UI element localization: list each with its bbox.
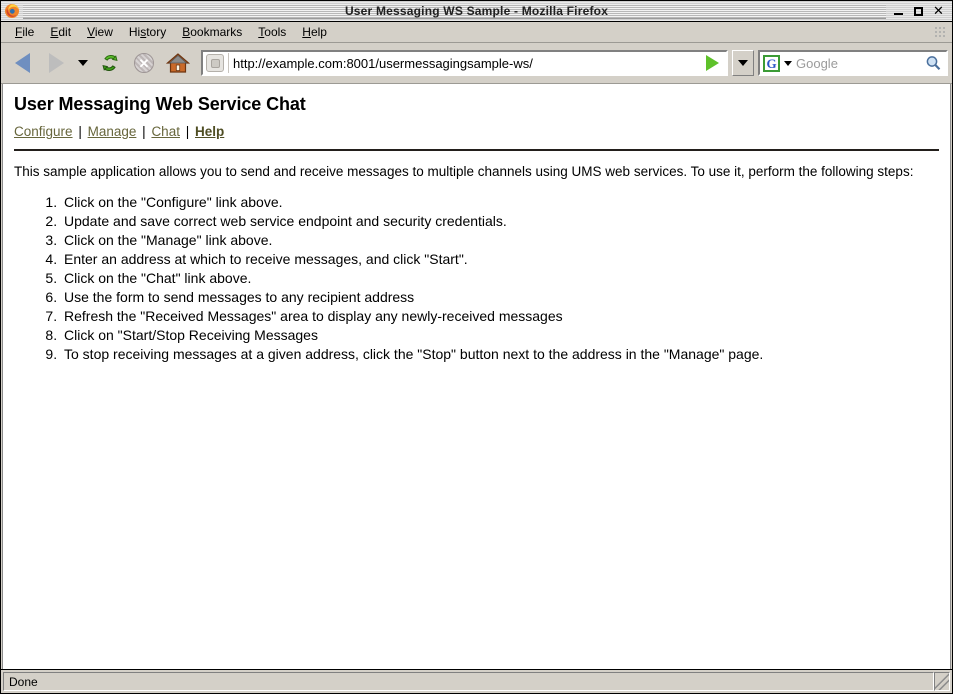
google-engine-icon[interactable]: G [763, 54, 780, 72]
list-item: To stop receiving messages at a given ad… [61, 345, 940, 364]
page-nav-links: Configure | Manage | Chat | Help [14, 124, 940, 139]
forward-button[interactable] [39, 47, 73, 79]
page-title: User Messaging Web Service Chat [14, 94, 306, 114]
history-dropdown-button[interactable] [73, 47, 93, 79]
stop-icon: ✕ [134, 53, 154, 73]
list-item: Click on the "Chat" link above. [61, 269, 940, 288]
back-arrow-icon [14, 53, 30, 73]
chevron-down-icon [78, 60, 88, 66]
go-arrow-icon[interactable] [706, 55, 719, 71]
list-item: Refresh the "Received Messages" area to … [61, 307, 940, 326]
nav-link-configure[interactable]: Configure [14, 124, 73, 139]
url-input[interactable]: http://example.com:8001/usermessagingsam… [232, 56, 706, 71]
menu-overflow-icon [934, 26, 946, 38]
url-bar[interactable]: http://example.com:8001/usermessagingsam… [201, 50, 728, 76]
menu-view[interactable]: View [79, 23, 121, 41]
url-divider [228, 53, 229, 73]
magnifier-icon[interactable] [924, 54, 942, 72]
chevron-down-icon [738, 60, 748, 66]
menu-help[interactable]: Help [294, 23, 335, 41]
nav-separator: | [78, 124, 82, 139]
divider [14, 149, 939, 151]
nav-link-manage[interactable]: Manage [88, 124, 137, 139]
forward-arrow-icon [48, 53, 64, 73]
nav-separator: | [142, 124, 146, 139]
chevron-down-icon[interactable] [784, 60, 792, 66]
back-button[interactable] [5, 47, 39, 79]
menu-tools[interactable]: Tools [250, 23, 294, 41]
window-controls: ✕ [886, 5, 950, 18]
page-content: User Messaging Web Service Chat Configur… [2, 84, 951, 669]
list-item: Use the form to send messages to any rec… [61, 288, 940, 307]
reload-button[interactable] [93, 47, 127, 79]
intro-paragraph: This sample application allows you to se… [14, 164, 914, 179]
list-item: Click on the "Configure" link above. [61, 193, 940, 212]
resize-grip-icon[interactable] [934, 672, 950, 691]
menu-edit[interactable]: Edit [42, 23, 79, 41]
browser-window: User Messaging WS Sample - Mozilla Firef… [0, 0, 953, 694]
minimize-button[interactable] [892, 5, 905, 18]
page-favicon-icon [206, 54, 224, 72]
list-item: Enter an address at which to receive mes… [61, 250, 940, 269]
steps-list: Click on the "Configure" link above. Upd… [13, 193, 940, 364]
menu-bar: File Edit View History Bookmarks Tools H… [1, 22, 952, 43]
stop-button[interactable]: ✕ [127, 47, 161, 79]
status-text: Done [3, 672, 934, 691]
reload-icon [99, 52, 121, 74]
list-item: Update and save correct web service endp… [61, 212, 940, 231]
list-item: Click on "Start/Stop Receiving Messages [61, 326, 940, 345]
status-bar: Done [1, 669, 952, 693]
title-bar: User Messaging WS Sample - Mozilla Firef… [1, 1, 952, 22]
navigation-toolbar: ✕ http://example.com:8001/usermessagings… [1, 43, 952, 84]
url-dropdown-button[interactable] [732, 50, 754, 76]
title-bar-grip [23, 3, 886, 19]
menu-bookmarks[interactable]: Bookmarks [174, 23, 250, 41]
home-button[interactable] [161, 47, 195, 79]
menu-history[interactable]: History [121, 23, 174, 41]
search-bar[interactable]: G Google [758, 50, 948, 76]
firefox-logo-icon [4, 3, 20, 19]
list-item: Click on the "Manage" link above. [61, 231, 940, 250]
nav-link-help[interactable]: Help [195, 124, 224, 139]
close-button[interactable]: ✕ [932, 5, 945, 18]
search-input[interactable]: Google [796, 56, 924, 71]
menu-file[interactable]: File [7, 23, 42, 41]
home-icon [165, 52, 191, 74]
nav-link-chat[interactable]: Chat [151, 124, 180, 139]
maximize-button[interactable] [912, 5, 925, 18]
nav-separator: | [185, 124, 190, 139]
